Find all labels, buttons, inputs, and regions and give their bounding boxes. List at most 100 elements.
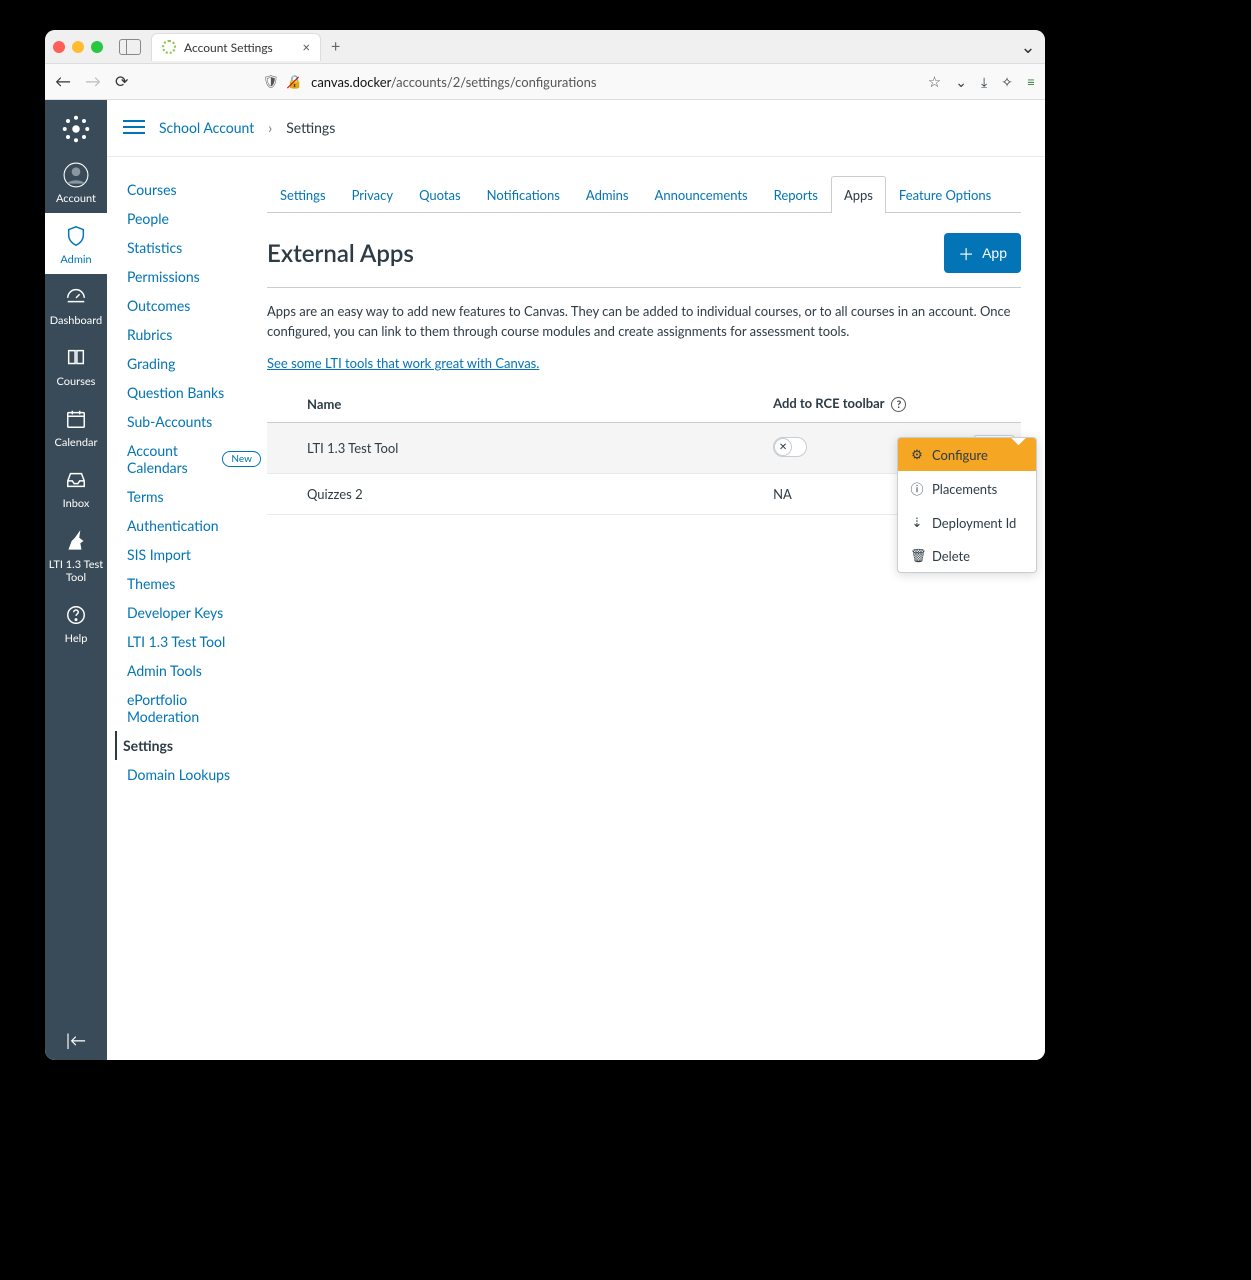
avatar-icon <box>63 162 89 188</box>
extension-icon[interactable]: ✧ <box>1001 73 1013 91</box>
trash-icon: 🗑 <box>910 547 924 564</box>
close-window-icon[interactable] <box>53 41 65 53</box>
nav-label: Account <box>56 192 96 205</box>
subnav-grading[interactable]: Grading <box>123 349 267 378</box>
nav-inbox[interactable]: Inbox <box>45 457 107 518</box>
row-actions-menu: ⚙ Configure ⓘ Placements ⇣ Deployment Id <box>897 437 1037 573</box>
rce-toggle[interactable]: ✕ <box>773 437 807 457</box>
tab-apps[interactable]: Apps <box>831 176 886 213</box>
subnav-eportfolio[interactable]: ePortfolio Moderation <box>123 685 267 731</box>
subnav-authentication[interactable]: Authentication <box>123 511 267 540</box>
menu-icon[interactable]: ≡ <box>1027 73 1035 90</box>
help-icon <box>63 602 89 628</box>
subnav-lti-test-tool[interactable]: LTI 1.3 Test Tool <box>123 627 267 656</box>
col-rce-label: Add to RCE toolbar <box>773 395 884 411</box>
subnav-themes[interactable]: Themes <box>123 569 267 598</box>
main-content: Settings Privacy Quotas Notifications Ad… <box>267 157 1045 1060</box>
nav-dashboard[interactable]: Dashboard <box>45 274 107 335</box>
nav-label: Admin <box>60 253 91 266</box>
page-heading: External Apps <box>267 239 414 268</box>
tab-admins[interactable]: Admins <box>573 176 642 213</box>
calendar-icon <box>63 406 89 432</box>
nav-account[interactable]: Account <box>45 152 107 213</box>
hamburger-icon[interactable] <box>123 116 145 138</box>
subnav-terms[interactable]: Terms <box>123 482 267 511</box>
subnav-permissions[interactable]: Permissions <box>123 262 267 291</box>
tab-quotas[interactable]: Quotas <box>406 176 474 213</box>
canvas-logo-icon[interactable] <box>61 114 91 144</box>
subnav-settings[interactable]: Settings <box>115 731 267 760</box>
maximize-window-icon[interactable] <box>91 41 103 53</box>
subnav-statistics[interactable]: Statistics <box>123 233 267 262</box>
apps-description: Apps are an easy way to add new features… <box>267 302 1021 341</box>
nav-label: Help <box>65 632 88 645</box>
tab-reports[interactable]: Reports <box>761 176 831 213</box>
gear-icon: ⚙ <box>910 446 924 463</box>
pocket-icon[interactable]: ⌄ <box>955 73 967 91</box>
menu-delete[interactable]: 🗑 Delete <box>898 539 1036 572</box>
nav-label: Courses <box>57 375 96 388</box>
insecure-lock-icon[interactable]: 🔒 <box>287 73 303 90</box>
subnav-label: Account Calendars <box>127 442 214 476</box>
menu-deployment-id[interactable]: ⇣ Deployment Id <box>898 506 1036 539</box>
subnav-developer-keys[interactable]: Developer Keys <box>123 598 267 627</box>
nav-label: Dashboard <box>50 314 102 327</box>
menu-configure[interactable]: ⚙ Configure <box>898 438 1036 471</box>
address-bar[interactable]: 🛡 🔒 canvas.docker/accounts/2/settings/co… <box>142 73 913 90</box>
subnav-question-banks[interactable]: Question Banks <box>123 378 267 407</box>
tab-announcements[interactable]: Announcements <box>642 176 761 213</box>
bookmark-star-icon[interactable]: ☆ <box>928 73 941 91</box>
back-button[interactable]: ← <box>55 72 71 91</box>
new-badge: New <box>222 451 261 467</box>
tab-title: Account Settings <box>184 40 294 55</box>
nav-help[interactable]: Help <box>45 592 107 653</box>
browser-tab[interactable]: Account Settings × <box>151 33 321 61</box>
nav-admin[interactable]: Admin <box>45 213 107 274</box>
menu-label: Deployment Id <box>932 515 1016 531</box>
shield-icon[interactable]: 🛡 <box>262 73 279 90</box>
subnav-rubrics[interactable]: Rubrics <box>123 320 267 349</box>
account-subnav: Courses People Statistics Permissions Ou… <box>107 157 267 1060</box>
forward-button[interactable]: → <box>85 72 101 91</box>
shield-admin-icon <box>63 223 89 249</box>
collapse-nav-icon[interactable]: |← <box>45 1031 107 1050</box>
add-app-button[interactable]: ＋ App <box>944 233 1021 273</box>
subnav-domain-lookups[interactable]: Domain Lookups <box>123 760 267 789</box>
settings-tabs: Settings Privacy Quotas Notifications Ad… <box>267 175 1021 213</box>
url-path: /accounts/2/settings/configurations <box>391 74 597 90</box>
favicon-icon <box>162 40 176 54</box>
subnav-outcomes[interactable]: Outcomes <box>123 291 267 320</box>
tab-feature-options[interactable]: Feature Options <box>886 176 1004 213</box>
dashboard-icon <box>63 284 89 310</box>
download-icon[interactable]: ⤓ <box>981 73 987 91</box>
reload-button[interactable]: ⟳ <box>115 72 128 91</box>
inbox-icon <box>63 467 89 493</box>
nav-lti-tool[interactable]: LTI 1.3 Test Tool <box>45 518 107 592</box>
subnav-people[interactable]: People <box>123 204 267 233</box>
subnav-sub-accounts[interactable]: Sub-Accounts <box>123 407 267 436</box>
browser-window: Account Settings × + ⌄ ← → ⟳ 🛡 🔒 canvas.… <box>45 30 1045 1060</box>
tab-privacy[interactable]: Privacy <box>339 176 406 213</box>
subnav-courses[interactable]: Courses <box>123 175 267 204</box>
subnav-account-calendars[interactable]: Account Calendars New <box>123 436 267 482</box>
nav-calendar[interactable]: Calendar <box>45 396 107 457</box>
help-icon[interactable]: ? <box>891 397 906 412</box>
menu-label: Delete <box>932 548 970 564</box>
menu-placements[interactable]: ⓘ Placements <box>898 471 1036 506</box>
tab-settings[interactable]: Settings <box>267 176 339 213</box>
tab-close-icon[interactable]: × <box>302 39 310 55</box>
subnav-admin-tools[interactable]: Admin Tools <box>123 656 267 685</box>
nav-courses[interactable]: Courses <box>45 335 107 396</box>
window-controls <box>53 41 103 53</box>
see-lti-link[interactable]: See some LTI tools that work great with … <box>267 355 539 371</box>
tab-notifications[interactable]: Notifications <box>474 176 573 213</box>
subnav-sis-import[interactable]: SIS Import <box>123 540 267 569</box>
nav-label: LTI 1.3 Test Tool <box>45 558 107 584</box>
sidebar-toggle-icon[interactable] <box>119 39 141 55</box>
plus-icon: ＋ <box>958 241 974 265</box>
col-name: Name <box>267 385 759 423</box>
tabs-dropdown-icon[interactable]: ⌄ <box>1019 35 1037 58</box>
minimize-window-icon[interactable] <box>72 41 84 53</box>
breadcrumb-root[interactable]: School Account <box>159 119 254 136</box>
new-tab-button[interactable]: + <box>331 37 340 56</box>
